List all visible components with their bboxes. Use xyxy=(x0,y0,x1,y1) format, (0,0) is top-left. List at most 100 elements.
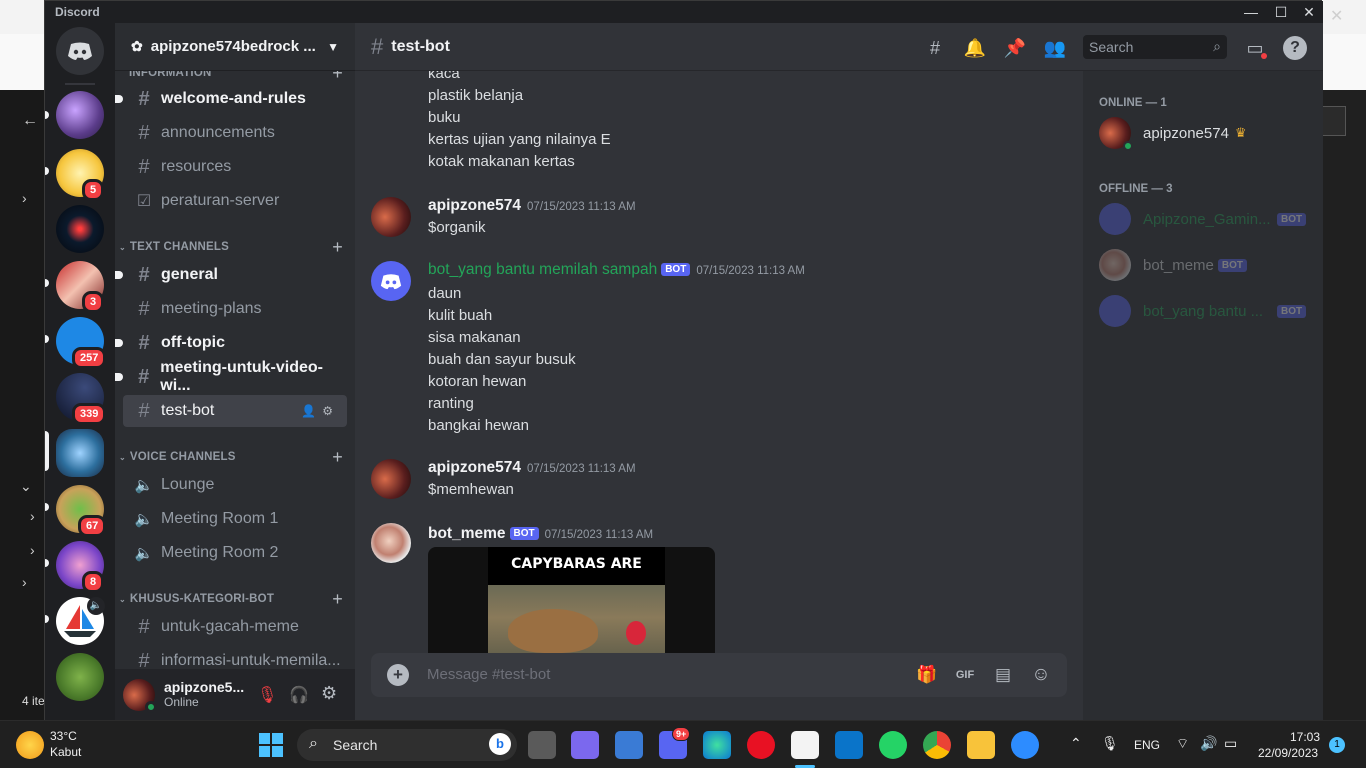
gift-icon[interactable]: 🎁 xyxy=(915,663,939,687)
category-information[interactable]: INFORMATION + xyxy=(119,71,351,83)
background-close-icon[interactable]: ✕ xyxy=(1330,6,1343,26)
channel-general[interactable]: # general xyxy=(115,259,347,291)
start-windows-icon[interactable] xyxy=(259,733,283,757)
author-name[interactable]: apipzone574 xyxy=(428,197,521,214)
author-name[interactable]: bot_yang bantu memilah sampah xyxy=(428,261,657,278)
member-list-icon[interactable]: 👥 xyxy=(1043,36,1067,60)
unread-pill xyxy=(45,559,49,567)
language-indicator[interactable]: ENG xyxy=(1134,738,1160,752)
file-explorer-icon[interactable] xyxy=(967,731,995,759)
task-view-icon[interactable] xyxy=(528,731,556,759)
gif-button[interactable]: GIF xyxy=(953,663,977,687)
category-voice-channels[interactable]: ⌄ VOICE CHANNELS + xyxy=(119,446,351,467)
voice-meeting-room-2[interactable]: 🔈 Meeting Room 2 xyxy=(123,537,347,569)
message-composer[interactable]: + Message #test-bot 🎁 GIF ▤ ☺ xyxy=(371,653,1067,697)
bot-meme-avatar[interactable] xyxy=(371,523,411,563)
chevron-right-icon[interactable]: › xyxy=(30,508,35,524)
voice-lounge[interactable]: 🔈 Lounge xyxy=(123,469,347,501)
whatsapp-icon[interactable] xyxy=(879,731,907,759)
server-swirl-icon[interactable] xyxy=(56,205,104,253)
chevron-right-icon[interactable]: › xyxy=(22,574,27,590)
channel-test-bot[interactable]: # test-bot 👤⚙ xyxy=(123,395,347,427)
message-input[interactable]: Message #test-bot xyxy=(427,666,550,683)
chevron-right-icon[interactable]: › xyxy=(30,542,35,558)
discord-logo-icon xyxy=(68,42,92,60)
weather-icon[interactable] xyxy=(16,731,44,759)
snipping-tool-icon[interactable] xyxy=(791,731,819,759)
member-item[interactable]: bot_meme BOT xyxy=(1099,249,1247,281)
notification-badge[interactable]: 1 xyxy=(1329,737,1345,753)
member-item[interactable]: bot_yang bantu ... BOT xyxy=(1099,295,1307,327)
bot-avatar[interactable] xyxy=(371,261,411,301)
channel-informasi[interactable]: # informasi-untuk-memila... xyxy=(123,645,347,670)
server-header[interactable]: ✿ apipzone574bedrock ... ▼ xyxy=(115,23,355,71)
volume-icon[interactable]: 🔊 xyxy=(1200,735,1217,752)
channel-announcements[interactable]: # announcements xyxy=(123,117,347,149)
sticker-icon[interactable]: ▤ xyxy=(991,663,1015,687)
add-attachment-icon[interactable]: + xyxy=(387,664,409,686)
home-button[interactable] xyxy=(56,27,104,75)
author-name[interactable]: bot_meme xyxy=(428,525,506,542)
pin-icon[interactable]: 📌 xyxy=(1003,36,1027,60)
items-count: 4 ite xyxy=(22,694,45,708)
mute-mic-icon[interactable]: 🎙 xyxy=(257,685,277,705)
invite-icon[interactable]: 👤 xyxy=(301,404,322,418)
user-avatar[interactable] xyxy=(123,679,157,713)
server-apipzone-icon[interactable] xyxy=(56,429,104,477)
channel-untuk-gacah-meme[interactable]: # untuk-gacah-meme xyxy=(123,611,347,643)
channel-welcome-and-rules[interactable]: # welcome-and-rules xyxy=(115,83,347,115)
clock-time[interactable]: 17:03 xyxy=(1290,730,1320,744)
server-nexus-icon[interactable] xyxy=(56,91,104,139)
emoji-icon[interactable]: ☺ xyxy=(1029,663,1053,687)
minimize-button[interactable]: — xyxy=(1237,2,1265,22)
gear-icon[interactable]: ⚙ xyxy=(322,404,339,418)
chevron-right-icon[interactable]: › xyxy=(22,190,27,206)
meme-image[interactable]: CAPYBARAS ARE CHILL xyxy=(428,547,715,655)
voice-meeting-room-1[interactable]: 🔈 Meeting Room 1 xyxy=(123,503,347,535)
battery-icon[interactable]: ▭ xyxy=(1224,735,1237,752)
vscode-icon[interactable] xyxy=(835,731,863,759)
category-text-channels[interactable]: ⌄ TEXT CHANNELS + xyxy=(119,237,351,257)
timestamp: 07/15/2023 11:13 AM xyxy=(696,265,805,277)
back-arrow-icon[interactable]: ← xyxy=(22,112,38,130)
channel-peraturan-server[interactable]: ☑ peraturan-server xyxy=(123,185,347,217)
ibis-shape xyxy=(626,621,646,645)
channel-resources[interactable]: # resources xyxy=(123,151,347,183)
bell-icon[interactable]: 🔔 xyxy=(963,36,987,60)
teams-icon[interactable] xyxy=(571,731,599,759)
opera-icon[interactable] xyxy=(747,731,775,759)
member-item[interactable]: Apipzone_Gamin... BOT xyxy=(1099,203,1307,235)
wifi-icon[interactable]: ⌔ xyxy=(1176,735,1189,753)
chevron-up-icon[interactable]: ⌃ xyxy=(1070,735,1082,752)
channel-off-topic[interactable]: # off-topic xyxy=(115,327,347,359)
maximize-button[interactable]: ☐ xyxy=(1267,2,1295,22)
offline-header: OFFLINE — 3 xyxy=(1099,183,1173,195)
message-avatar[interactable] xyxy=(371,459,411,499)
channel-meeting-untuk-video[interactable]: # meeting-untuk-video-wi... xyxy=(115,359,347,394)
author-name[interactable]: apipzone574 xyxy=(428,459,521,476)
search-input[interactable]: Search ⌕ xyxy=(1083,35,1227,59)
chrome-icon[interactable] xyxy=(923,731,951,759)
message-line: plastik belanja xyxy=(428,87,524,104)
threads-icon[interactable]: # xyxy=(923,36,947,60)
message-avatar[interactable] xyxy=(371,197,411,237)
server-minecraft-icon[interactable] xyxy=(56,653,104,701)
close-button[interactable]: ✕ xyxy=(1295,2,1323,22)
magnifier-app-icon[interactable] xyxy=(615,731,643,759)
edge-icon[interactable] xyxy=(703,731,731,759)
add-channel-icon: + xyxy=(332,446,343,467)
background-search-box[interactable] xyxy=(1322,106,1346,136)
clock-date[interactable]: 22/09/2023 xyxy=(1258,746,1318,760)
member-item[interactable]: apipzone574 ♛ xyxy=(1099,117,1247,151)
help-icon[interactable]: ? xyxy=(1283,36,1307,60)
channel-meeting-plans[interactable]: # meeting-plans xyxy=(123,293,347,325)
category-khusus-kategori-bot[interactable]: ⌄ KHUSUS-KATEGORI-BOT + xyxy=(119,589,351,609)
mention-badge: 3 xyxy=(82,291,105,313)
taskbar-search[interactable]: ⌕ Search b xyxy=(297,729,517,761)
microphone-icon[interactable]: 🎙 xyxy=(1101,735,1119,752)
user-settings-gear-icon[interactable]: ⚙ xyxy=(321,683,337,704)
deafen-icon[interactable]: 🎧 xyxy=(289,685,309,705)
zoom-icon[interactable] xyxy=(1011,731,1039,759)
chevron-down-icon[interactable]: ⌄ xyxy=(20,478,32,495)
bot-badge: BOT xyxy=(661,263,691,276)
